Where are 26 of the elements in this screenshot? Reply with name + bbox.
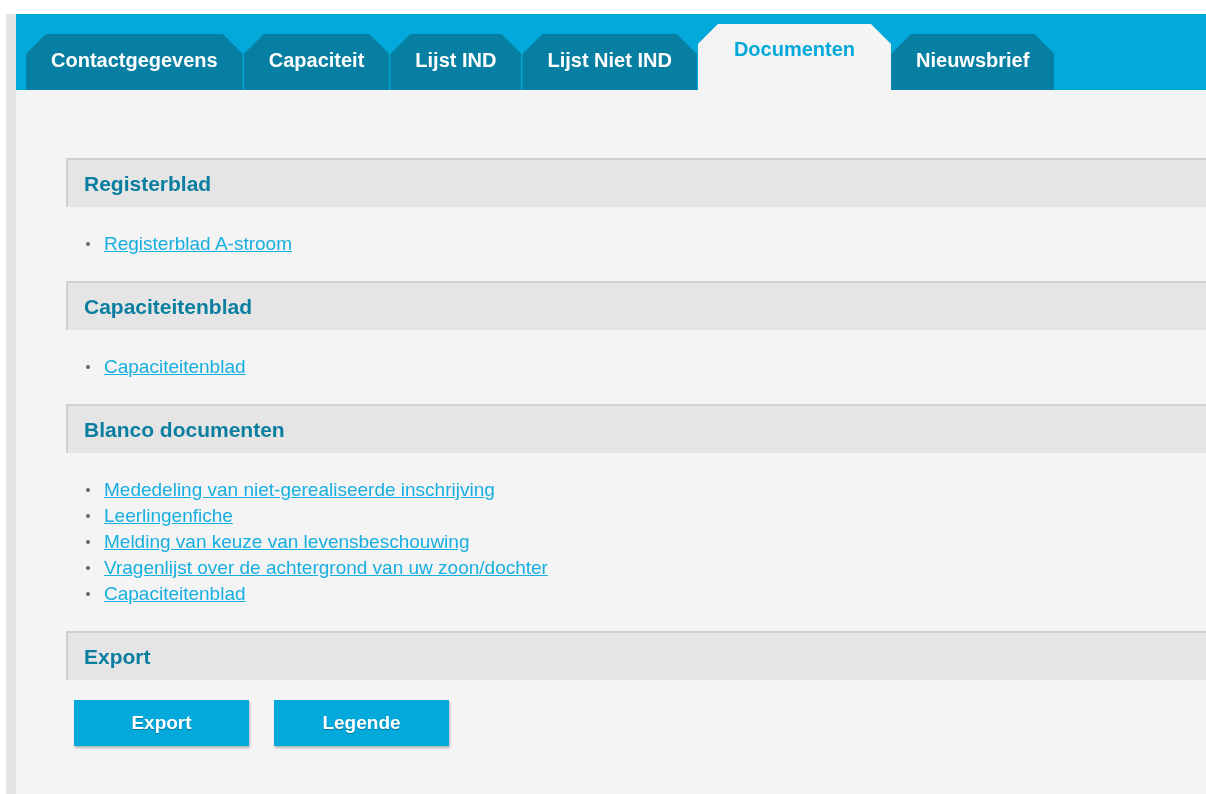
bullet-icon (86, 592, 90, 596)
section-title: Capaciteitenblad (84, 294, 253, 319)
tab[interactable]: Lijst IND (390, 34, 522, 90)
section-title: Blanco documenten (84, 417, 285, 442)
document-link[interactable]: Vragenlijst over de achtergrond van uw zoon/dochter (104, 557, 548, 579)
document-link[interactable]: Melding van keuze van levensbeschouwing (104, 531, 470, 553)
tab[interactable]: Nieuwsbrief (891, 34, 1055, 90)
document-link[interactable]: Mededeling van niet-gerealiseerde inschrijving (104, 479, 495, 501)
tab[interactable]: Contactgegevens (26, 34, 243, 90)
tab[interactable]: Capaciteit (243, 34, 390, 90)
bullet-icon (86, 242, 90, 246)
document-link[interactable]: Capaciteitenblad (104, 356, 246, 378)
document-link[interactable]: Registerblad A-stroom (104, 233, 292, 255)
bullet-icon (86, 514, 90, 518)
section-title: Export (84, 644, 151, 669)
bullet-icon (86, 488, 90, 492)
tab[interactable]: Documenten (697, 24, 891, 90)
section-title: Registerblad (84, 171, 212, 196)
document-link[interactable]: Leerlingenfiche (104, 505, 233, 527)
action-button[interactable]: Export (74, 700, 249, 746)
tab[interactable]: Lijst Niet IND (522, 34, 697, 90)
bullet-icon (86, 365, 90, 369)
bullet-icon (86, 540, 90, 544)
document-link[interactable]: Capaciteitenblad (104, 583, 246, 605)
action-button[interactable]: Legende (274, 700, 449, 746)
bullet-icon (86, 566, 90, 570)
